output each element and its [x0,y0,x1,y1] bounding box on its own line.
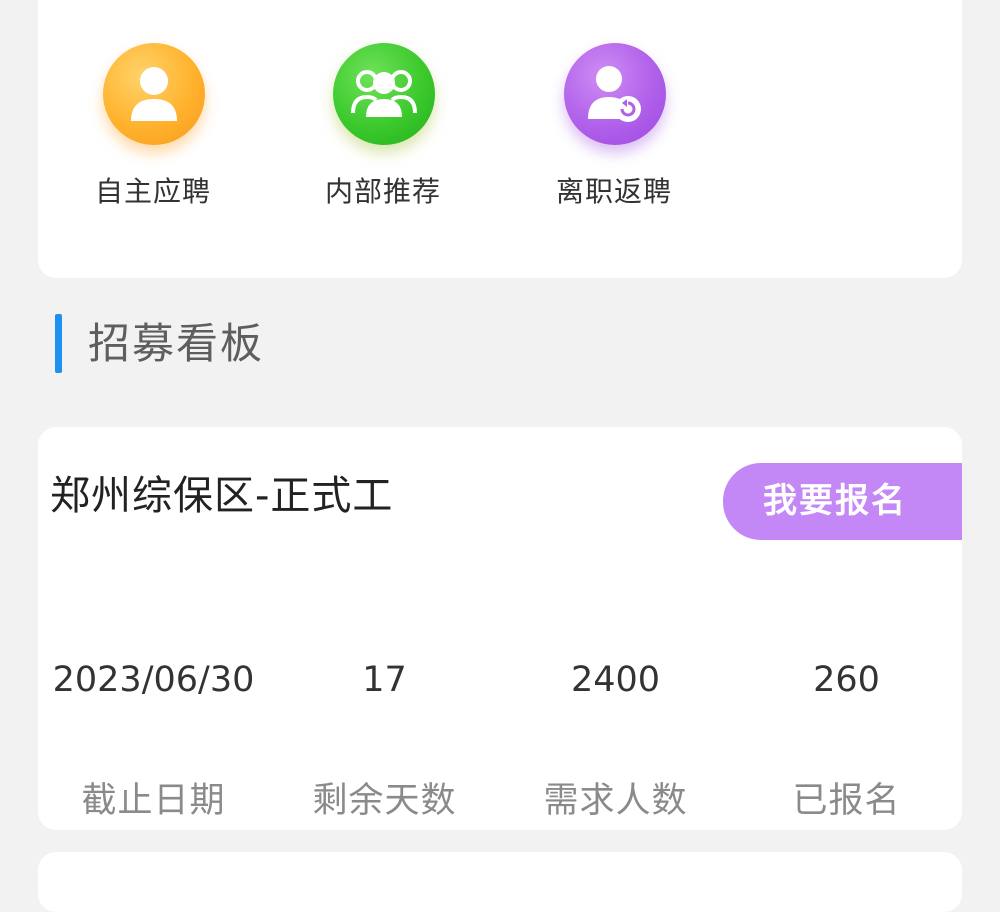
entry-label: 自主应聘 [94,175,211,208]
user-icon[interactable] [103,43,205,145]
section-accent-bar [55,314,62,373]
entry-label: 内部推荐 [324,175,441,208]
stat-label: 剩余天数 [312,781,457,821]
entry-label: 离职返聘 [555,175,672,208]
stat-value: 2400 [570,660,661,700]
stat-value: 2023/06/30 [52,660,255,700]
entry-internal-referral[interactable]: 内部推荐 [303,0,463,278]
stat-label: 需求人数 [543,781,688,821]
job-title: 郑州综保区-正式工 [50,473,394,519]
group-icon[interactable] [333,43,435,145]
quick-entry-card: 自主应聘 内部推荐 离职返聘 [38,0,962,278]
stat-label: 已报名 [792,781,901,821]
entry-rehire[interactable]: 离职返聘 [534,0,694,278]
next-job-card[interactable] [38,852,962,912]
stat-value: 260 [813,660,880,700]
apply-button[interactable]: 我要报名 [723,463,962,540]
job-card[interactable]: 郑州综保区-正式工 我要报名 2023/06/30 截止日期 17 剩余天数 2… [38,427,962,830]
stat-value: 17 [362,660,407,700]
entry-self-apply[interactable]: 自主应聘 [73,0,233,278]
user-return-icon[interactable] [564,43,666,145]
stat-label: 截止日期 [81,781,226,821]
section-title: 招募看板 [88,319,265,368]
